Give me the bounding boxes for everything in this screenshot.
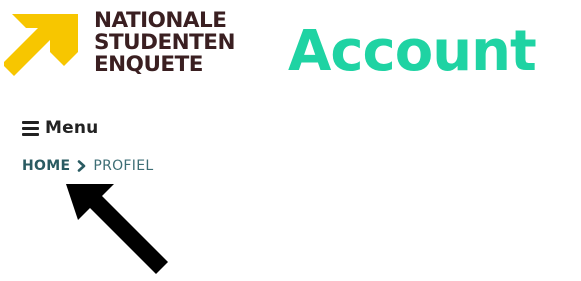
brand-wordmark[interactable]: NATIONALE STUDENTEN ENQUETE	[94, 10, 235, 76]
brand-line-3: ENQUETE	[94, 52, 203, 77]
page-title: Account	[288, 19, 537, 84]
hamburger-icon	[22, 120, 39, 136]
menu-button[interactable]: Menu	[22, 118, 98, 138]
chevron-right-icon	[77, 160, 86, 172]
breadcrumb-home-link[interactable]: HOME	[22, 158, 70, 174]
brand-line-2: STUDENTEN	[94, 30, 235, 55]
menu-label: Menu	[45, 118, 99, 138]
logo-arrow-shape	[2, 14, 78, 76]
brand-logo-icon[interactable]	[2, 8, 84, 86]
breadcrumb: HOME PROFIEL	[22, 158, 153, 174]
brand-line-1: NATIONALE	[94, 8, 227, 33]
pointer-arrow-icon	[60, 180, 170, 281]
breadcrumb-current-page: PROFIEL	[93, 158, 154, 174]
